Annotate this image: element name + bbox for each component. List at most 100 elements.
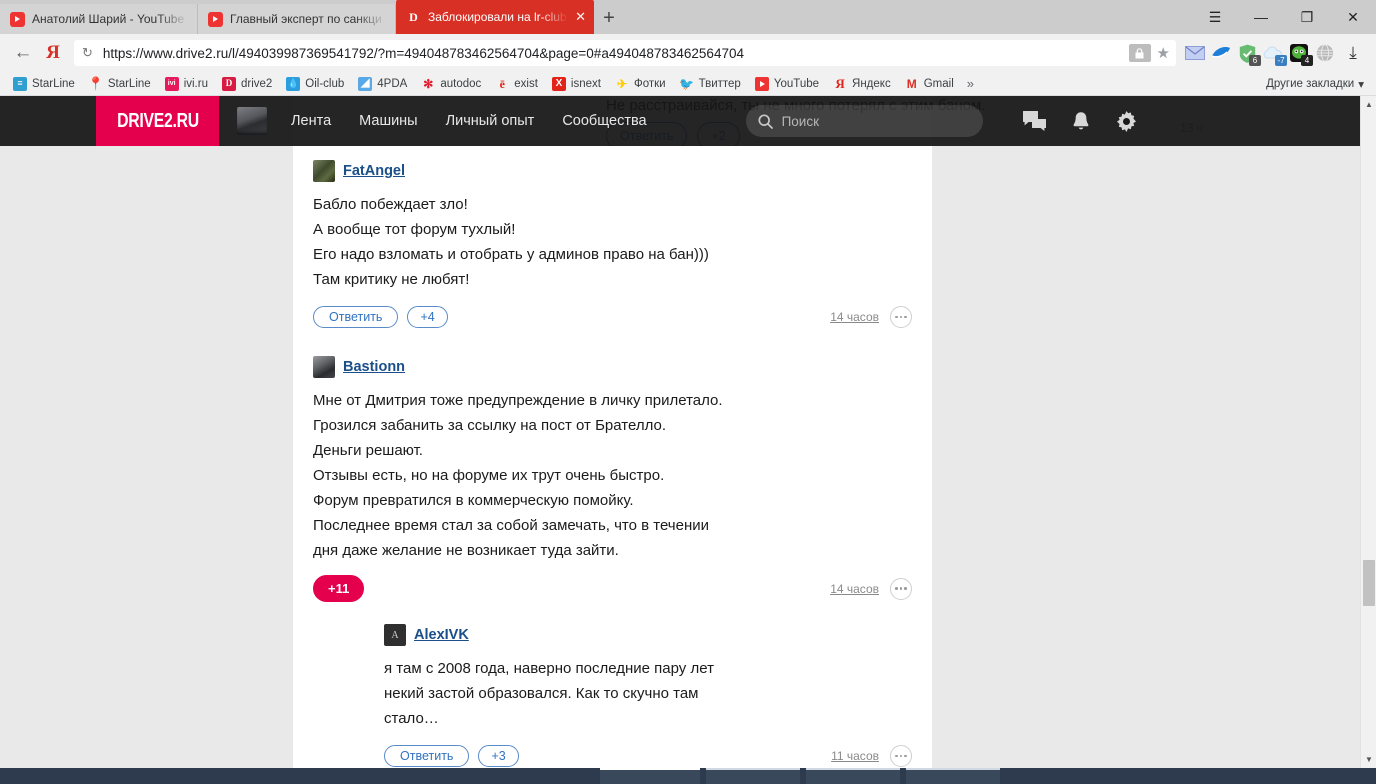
bookmark-item[interactable]: 📍 StarLine bbox=[82, 77, 158, 91]
bookmark-label: StarLine bbox=[32, 77, 75, 90]
reply-button[interactable]: Ответить bbox=[384, 744, 470, 768]
fourpda-icon: ◢ bbox=[358, 76, 373, 91]
comment-item-nested: A AlexIVK я там с 2008 года, наверно пос… bbox=[384, 602, 912, 768]
scrollbar-thumb[interactable] bbox=[1363, 560, 1375, 606]
gear-icon[interactable] bbox=[1116, 110, 1137, 132]
nav-item-soobshchestva[interactable]: Сообщества bbox=[562, 113, 646, 129]
user-avatar-fatangel[interactable] bbox=[313, 160, 335, 182]
comment-author-link[interactable]: Bastionn bbox=[343, 359, 405, 375]
more-options-icon[interactable] bbox=[890, 577, 912, 600]
comment-text: я там с 2008 года, наверно последние пар… bbox=[384, 656, 912, 731]
globe-extension-icon[interactable] bbox=[1312, 40, 1338, 66]
new-tab-button[interactable]: + bbox=[594, 3, 624, 33]
comment-item: Bastionn Мне от Дмитрия тоже предупрежде… bbox=[313, 330, 912, 602]
bookmark-item[interactable]: ◢ 4PDA bbox=[351, 76, 414, 91]
comment-meta: 14 часов bbox=[830, 577, 912, 600]
more-options-icon[interactable] bbox=[890, 745, 912, 767]
vote-button[interactable]: +4 bbox=[407, 305, 448, 329]
youtube-icon bbox=[10, 11, 25, 27]
weather-extension-icon[interactable]: -7 bbox=[1260, 40, 1287, 66]
comment-item: FatAngel Бабло побеждает зло! А вообще т… bbox=[313, 146, 912, 330]
nav-item-lichny-opyt[interactable]: Личный опыт bbox=[446, 113, 535, 129]
download-icon[interactable]: ⤓ bbox=[1338, 38, 1368, 68]
bookmark-item[interactable]: 💧 Oil-club bbox=[279, 76, 351, 91]
bookmark-item[interactable]: 🐦 Твиттер bbox=[673, 77, 748, 91]
nav-item-mashiny[interactable]: Машины bbox=[359, 113, 417, 129]
bookmark-item[interactable]: D drive2 bbox=[215, 76, 279, 91]
scroll-down-icon[interactable]: ▼ bbox=[1361, 751, 1376, 768]
browser-tab-2-active[interactable]: D Заблокировали на lr-club ✕ bbox=[396, 0, 594, 34]
taskbar-item[interactable] bbox=[906, 768, 1000, 784]
bookmark-item[interactable]: ≡ StarLine bbox=[6, 76, 82, 91]
user-avatar-bastionn[interactable] bbox=[313, 356, 335, 378]
close-window-icon[interactable]: ✕ bbox=[1330, 0, 1376, 34]
bookmarks-bar: ≡ StarLine 📍 StarLine ivi ivi.ru D drive… bbox=[0, 72, 1376, 96]
comment-author-link[interactable]: AlexIVK bbox=[414, 627, 469, 643]
restore-icon[interactable]: ❐ bbox=[1284, 0, 1330, 34]
vote-button[interactable]: +3 bbox=[478, 744, 519, 768]
nav-item-lenta[interactable]: Лента bbox=[291, 113, 331, 129]
bookmark-star-icon[interactable]: ★ bbox=[1157, 44, 1170, 62]
mail-extension-icon[interactable] bbox=[1182, 40, 1208, 66]
comment-line: я там с 2008 года, наверно последние пар… bbox=[384, 660, 714, 677]
twitter-icon: 🐦 bbox=[679, 76, 695, 91]
browser-tab-1[interactable]: Главный эксперт по санкци ✕ bbox=[198, 4, 396, 34]
scroll-up-icon[interactable]: ▲ bbox=[1361, 96, 1376, 113]
bookmarks-overflow-icon[interactable]: » bbox=[961, 76, 980, 91]
user-car-avatar[interactable] bbox=[237, 107, 267, 135]
comment-actions: Ответить +4 14 часов bbox=[313, 304, 912, 330]
vote-button[interactable]: +11 bbox=[313, 575, 365, 602]
comment-header: A AlexIVK bbox=[384, 624, 912, 646]
bookmark-item[interactable]: ē exist bbox=[488, 77, 545, 91]
bookmark-item[interactable]: M Gmail bbox=[898, 77, 961, 91]
bookmark-label: Яндекс bbox=[852, 77, 891, 90]
bookmark-label: Oil-club bbox=[305, 77, 345, 90]
drive2-icon: D bbox=[221, 76, 236, 91]
adguard-extension-icon[interactable]: 6 bbox=[1234, 40, 1261, 66]
other-bookmarks-button[interactable]: Другие закладки ▾ bbox=[1266, 77, 1370, 91]
comment-line: стало… bbox=[384, 710, 439, 727]
user-avatar-alexivk[interactable]: A bbox=[384, 624, 406, 646]
address-bar[interactable]: ↻ https://www.drive2.ru/l/49403998736954… bbox=[74, 40, 1176, 66]
comment-time[interactable]: 11 часов bbox=[831, 749, 879, 763]
bookmark-item[interactable]: ✻ autodoc bbox=[414, 77, 488, 91]
bookmark-item[interactable]: ivi ivi.ru bbox=[158, 76, 215, 91]
comment-time[interactable]: 14 часов bbox=[830, 310, 879, 324]
comment-time[interactable]: 14 часов bbox=[830, 582, 879, 596]
close-icon[interactable]: ✕ bbox=[575, 9, 586, 25]
taskbar-item[interactable] bbox=[600, 768, 700, 784]
comment-text: Мне от Дмитрия тоже предупреждение в лич… bbox=[313, 388, 912, 563]
page-viewport: Не расстраивайся, ты не много потерял с … bbox=[0, 96, 1376, 768]
drive2-icon: D bbox=[409, 10, 418, 24]
window-controls: ☰ — ❐ ✕ bbox=[1192, 0, 1376, 34]
back-icon[interactable]: ← bbox=[8, 38, 38, 68]
messages-icon[interactable] bbox=[1022, 111, 1046, 131]
gmail-icon: M bbox=[906, 76, 917, 91]
more-options-icon[interactable] bbox=[890, 306, 912, 328]
yandex-logo-icon[interactable]: Я bbox=[38, 38, 68, 68]
bookmark-label: StarLine bbox=[107, 77, 151, 90]
bell-icon[interactable] bbox=[1072, 111, 1090, 132]
browser-menu-icon[interactable]: ☰ bbox=[1192, 0, 1238, 34]
bookmark-item[interactable]: ✈ Фотки bbox=[608, 77, 673, 91]
lock-icon[interactable] bbox=[1128, 44, 1151, 62]
reload-icon[interactable]: ↻ bbox=[82, 45, 93, 61]
page-scrollbar[interactable]: ▲ ▼ bbox=[1360, 96, 1376, 768]
search-input[interactable]: Поиск bbox=[745, 105, 983, 137]
browser-tab-0[interactable]: Анатолий Шарий - YouTube ✕ bbox=[0, 4, 198, 34]
monster-extension-icon[interactable]: 4 bbox=[1286, 40, 1313, 66]
header-icons bbox=[1022, 110, 1137, 132]
minimize-icon[interactable]: — bbox=[1238, 0, 1284, 34]
reply-button[interactable]: Ответить bbox=[313, 305, 399, 329]
bookmark-item[interactable]: X isnext bbox=[545, 76, 608, 91]
bookmark-item[interactable]: YouTube bbox=[748, 76, 826, 91]
bookmark-label: isnext bbox=[570, 77, 601, 90]
exist-icon: ē bbox=[499, 76, 505, 91]
comment-author-link[interactable]: FatAngel bbox=[343, 163, 405, 179]
comment-line: Бабло побеждает зло! bbox=[313, 196, 468, 213]
site-logo[interactable]: DRIVE2.RU bbox=[96, 96, 219, 146]
bookmark-item[interactable]: Я Яндекс bbox=[826, 77, 898, 91]
cloud-extension-icon[interactable] bbox=[1208, 40, 1234, 66]
taskbar-item[interactable] bbox=[806, 768, 900, 784]
taskbar-item[interactable] bbox=[706, 768, 800, 784]
